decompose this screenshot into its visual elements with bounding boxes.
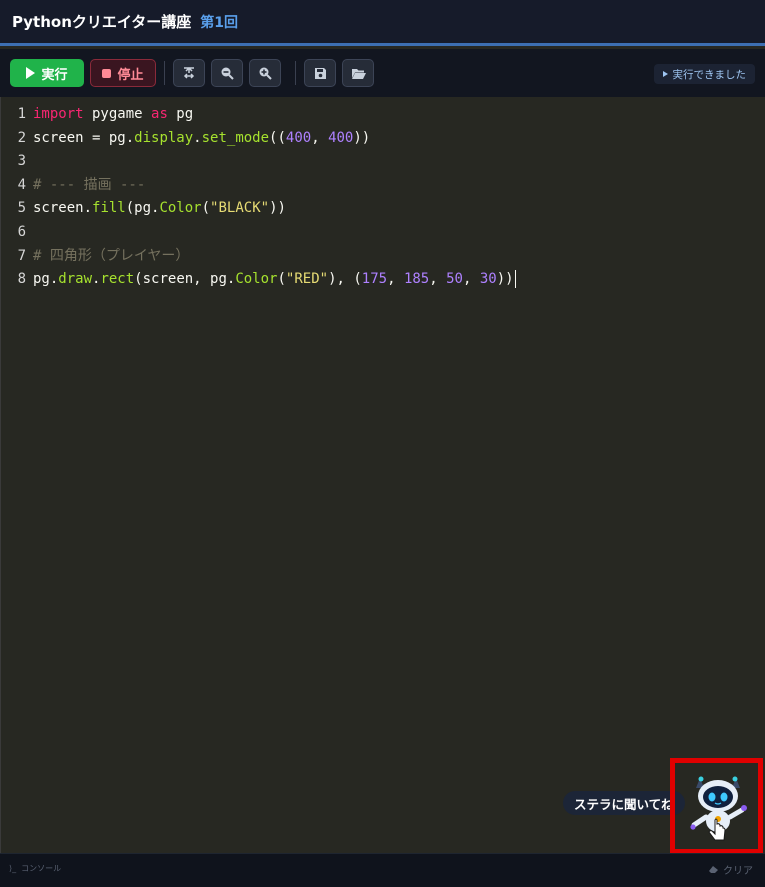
code-line: 6: [1, 221, 516, 245]
code-token: 185: [403, 271, 430, 288]
code-token: set_mode: [201, 129, 270, 146]
code-line: 5 screen.fill(pg.Color("BLACK")): [1, 197, 516, 221]
code-token: ,: [462, 271, 480, 288]
code-token: 175: [361, 271, 388, 288]
caret-right-icon: [662, 71, 668, 77]
code-token: (: [201, 200, 211, 217]
status-badge: 実行できました: [653, 64, 755, 84]
code-token: ((: [269, 129, 286, 146]
code-token: )): [496, 271, 514, 288]
run-button-label: 実行: [41, 67, 68, 83]
line-number: 8: [17, 271, 26, 288]
format-icon: [183, 66, 195, 79]
status-text: 実行できました: [672, 68, 747, 81]
code-line: 4 # --- 描画 ---: [1, 174, 516, 198]
code-token: pg.: [33, 271, 59, 288]
open-folder-icon: [351, 68, 366, 79]
run-button[interactable]: 実行: [10, 59, 84, 87]
toolbar-divider: [295, 61, 296, 85]
save-icon: [314, 67, 326, 79]
console-label: コンソール: [21, 864, 62, 873]
code-line: 3: [1, 150, 516, 174]
code-token: 400: [285, 129, 312, 146]
code-token: (pg.: [125, 200, 160, 217]
code-token: .: [193, 129, 202, 146]
zoom-out-icon: [221, 67, 234, 80]
code-token: ,: [429, 271, 447, 288]
toolbar-divider: [164, 61, 165, 85]
lesson-label: 第1回: [200, 14, 239, 31]
stop-button-label: 停止: [117, 67, 144, 83]
code-token: (: [277, 271, 286, 288]
code-line: 7 # 四角形（プレイヤー）: [1, 245, 516, 269]
eraser-icon: [709, 866, 718, 873]
line-number: 6: [17, 223, 26, 240]
line-number: 4: [17, 176, 26, 193]
save-button[interactable]: [304, 59, 336, 87]
console-tab[interactable]: ⟩_ コンソール: [9, 863, 61, 874]
code-token: screen.: [33, 200, 93, 217]
clear-button[interactable]: クリア: [708, 862, 753, 877]
code-token: )): [269, 200, 286, 217]
code-token: ,: [311, 129, 329, 146]
clear-label: クリア: [723, 866, 753, 877]
code-token: rect: [100, 271, 135, 288]
line-number: 7: [17, 247, 26, 264]
play-icon: [26, 67, 36, 79]
code-token: 400: [328, 129, 354, 146]
assistant-tooltip: ステラに聞いてね: [563, 791, 685, 815]
code-token: "RED": [285, 271, 329, 288]
app-header: Pythonクリエイター講座 第1回: [0, 0, 765, 46]
toolbar: 実行 停止 実行できました: [0, 49, 765, 97]
zoom-out-button[interactable]: [211, 59, 243, 87]
code-token: fill: [92, 200, 126, 217]
code-token: pg: [167, 106, 194, 122]
code-line: 1 import pygame as pg: [1, 103, 516, 127]
code-token: 30: [479, 271, 497, 288]
stop-button[interactable]: 停止: [90, 59, 156, 87]
code-token: ,: [387, 271, 404, 288]
code-line: 8 pg.draw.rect(screen, pg.Color("RED"), …: [1, 268, 516, 292]
assistant-tooltip-text: ステラに聞いてね: [574, 796, 674, 812]
terminal-icon: ⟩_: [9, 864, 17, 873]
line-number: 1: [17, 106, 26, 122]
assistant-robot-button[interactable]: [682, 770, 754, 842]
line-number: 5: [17, 200, 26, 217]
code-token: )): [353, 129, 371, 146]
code-token: "BLACK": [210, 200, 270, 217]
line-number: 3: [17, 153, 26, 170]
code-line: 2 screen = pg.display.set_mode((400, 400…: [1, 127, 516, 151]
code-token: (screen, pg.: [134, 271, 236, 288]
stop-icon: [102, 68, 112, 78]
line-number: 2: [17, 129, 26, 146]
code-token: display: [134, 129, 194, 146]
zoom-in-icon: [259, 67, 272, 80]
text-cursor: [514, 270, 516, 289]
code-token: as: [151, 106, 168, 122]
zoom-in-button[interactable]: [249, 59, 281, 87]
code-comment: # --- 描画 ---: [33, 176, 146, 193]
code-token: pygame: [83, 106, 152, 122]
code-token: Color: [159, 200, 202, 217]
code-token: Color: [235, 271, 278, 288]
code-token: ), (: [328, 271, 362, 288]
code-comment: # 四角形（プレイヤー）: [33, 247, 190, 264]
open-button[interactable]: [342, 59, 374, 87]
code-lines: 1 import pygame as pg 2 screen = pg.disp…: [1, 103, 516, 292]
console-panel: ⟩_ コンソール クリア: [0, 853, 765, 887]
code-editor[interactable]: 1 import pygame as pg 2 screen = pg.disp…: [0, 97, 765, 853]
format-button[interactable]: [173, 59, 205, 87]
code-token: screen = pg.: [33, 129, 135, 146]
code-token: draw: [58, 271, 93, 288]
app-title: Pythonクリエイター講座: [12, 13, 192, 31]
code-token: 50: [446, 271, 463, 288]
code-token: import: [33, 106, 84, 122]
